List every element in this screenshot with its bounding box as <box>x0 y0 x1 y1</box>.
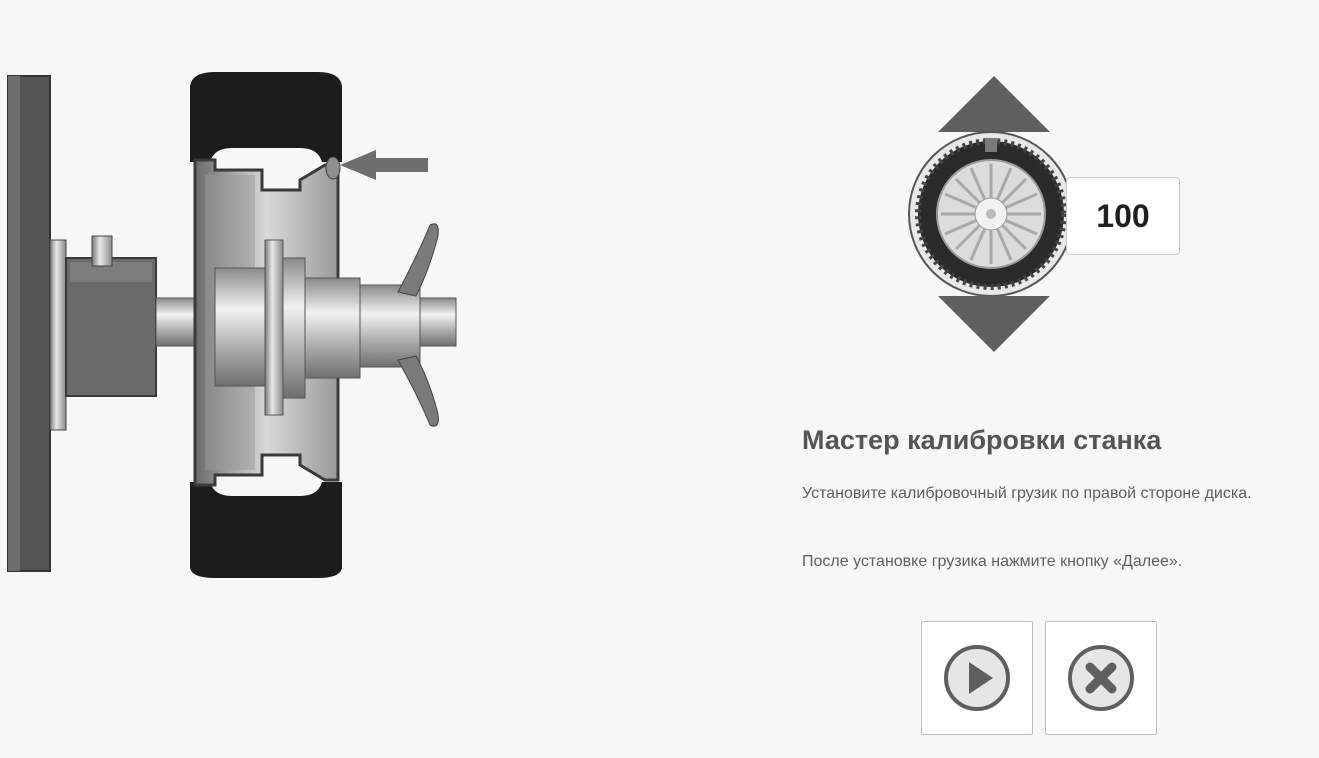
calibration-weight-widget: 100 <box>900 70 1200 360</box>
arrow-up-icon[interactable] <box>938 76 1050 132</box>
weight-value-display: 100 <box>1066 177 1180 255</box>
wheel-icon <box>908 131 1074 297</box>
arrow-down-icon[interactable] <box>938 296 1050 352</box>
wheel-mount-illustration <box>0 0 760 753</box>
play-icon <box>944 645 1010 711</box>
instruction-text-2: После установке грузика нажмите кнопку «… <box>802 553 1183 570</box>
close-icon <box>1068 645 1134 711</box>
cancel-button[interactable] <box>1045 621 1157 735</box>
next-button[interactable] <box>921 621 1033 735</box>
weight-value: 100 <box>1096 197 1150 234</box>
instruction-text-1: Установите калибровочный грузик по право… <box>802 485 1252 502</box>
wizard-title: Мастер калибровки станка <box>802 425 1162 455</box>
